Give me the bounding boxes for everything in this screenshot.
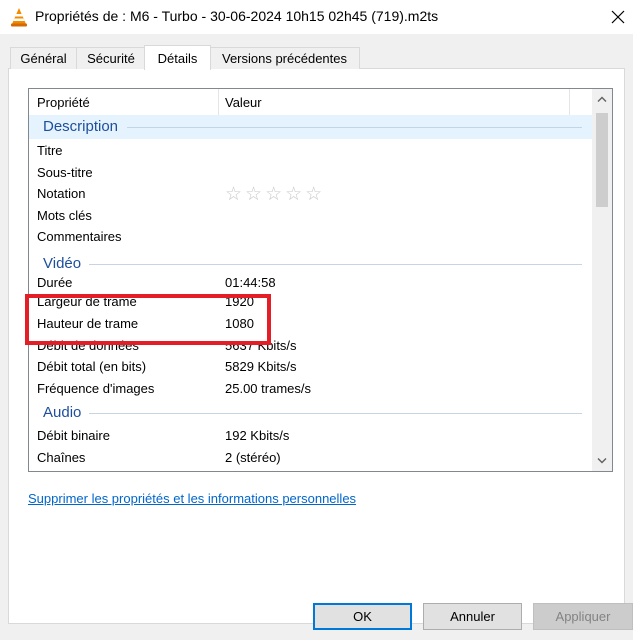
row-duree[interactable]: Durée 01:44:58 (29, 272, 592, 290)
properties-list[interactable]: Propriété Valeur Description Titre Sous-… (28, 88, 613, 472)
group-divider (89, 413, 582, 414)
row-titre[interactable]: Titre (29, 140, 592, 162)
group-description[interactable]: Description (29, 115, 592, 139)
property-name: Chaînes (37, 450, 86, 465)
group-label: Vidéo (43, 255, 82, 272)
column-separator[interactable] (569, 89, 570, 115)
scroll-down-arrow-icon[interactable] (592, 451, 612, 471)
remove-properties-link[interactable]: Supprimer les propriétés et les informat… (28, 491, 356, 506)
property-name: Commentaires (37, 229, 122, 244)
rating-stars[interactable]: ☆☆☆☆☆ (225, 183, 325, 205)
property-value: 25.00 trames/s (225, 381, 311, 396)
group-audio[interactable]: Audio (29, 401, 592, 425)
property-value: 01:44:58 (225, 275, 276, 290)
red-highlight-box (25, 294, 271, 345)
close-icon[interactable] (604, 3, 632, 31)
group-divider (127, 127, 582, 128)
property-name: Titre (37, 143, 63, 158)
tab-details[interactable]: Détails (144, 45, 211, 70)
row-debit-total[interactable]: Débit total (en bits) 5829 Kbits/s (29, 356, 592, 378)
property-value: 5829 Kbits/s (225, 359, 297, 374)
property-value: 2 (stéréo) (225, 450, 281, 465)
vlc-cone-icon (10, 7, 28, 27)
row-sous-titre[interactable]: Sous-titre (29, 162, 592, 184)
property-name: Durée (37, 275, 73, 290)
property-value: 192 Kbits/s (225, 428, 290, 443)
row-chaines[interactable]: Chaînes 2 (stéréo) (29, 447, 592, 467)
group-divider (89, 264, 582, 265)
group-label: Description (43, 118, 123, 135)
column-header: Propriété Valeur (29, 89, 592, 115)
title-bar: Propriétés de : M6 - Turbo - 30-06-2024 … (0, 0, 633, 34)
column-header-propriete[interactable]: Propriété (37, 95, 90, 110)
property-name: Sous-titre (37, 165, 93, 180)
tab-versions-precedentes[interactable]: Versions précédentes (209, 47, 360, 69)
property-name: Débit total (en bits) (37, 359, 147, 374)
ok-button[interactable]: OK (313, 603, 412, 630)
scroll-up-arrow-icon[interactable] (592, 89, 612, 109)
row-commentaires[interactable]: Commentaires (29, 226, 592, 248)
scrollbar-thumb[interactable] (596, 113, 608, 207)
row-mots-cles[interactable]: Mots clés (29, 205, 592, 227)
property-name: Débit binaire (37, 428, 110, 443)
cancel-button[interactable]: Annuler (423, 603, 522, 630)
column-separator[interactable] (218, 89, 219, 115)
column-header-valeur[interactable]: Valeur (225, 95, 262, 110)
property-name: Notation (37, 186, 86, 201)
group-label: Audio (43, 404, 82, 421)
row-debit-binaire[interactable]: Débit binaire 192 Kbits/s (29, 425, 592, 447)
apply-button[interactable]: Appliquer (533, 603, 633, 630)
window-title: Propriétés de : M6 - Turbo - 30-06-2024 … (35, 8, 439, 24)
row-notation[interactable]: Notation ☆☆☆☆☆ (29, 183, 592, 205)
tab-securite[interactable]: Sécurité (76, 47, 146, 69)
property-name: Mots clés (37, 208, 92, 223)
tab-general[interactable]: Général (10, 47, 77, 69)
row-frequence-d-images[interactable]: Fréquence d'images 25.00 trames/s (29, 378, 592, 400)
property-name: Fréquence d'images (37, 381, 155, 396)
list-rows: Description Titre Sous-titre Notation ☆☆… (29, 115, 592, 471)
vertical-scrollbar[interactable] (592, 89, 612, 471)
